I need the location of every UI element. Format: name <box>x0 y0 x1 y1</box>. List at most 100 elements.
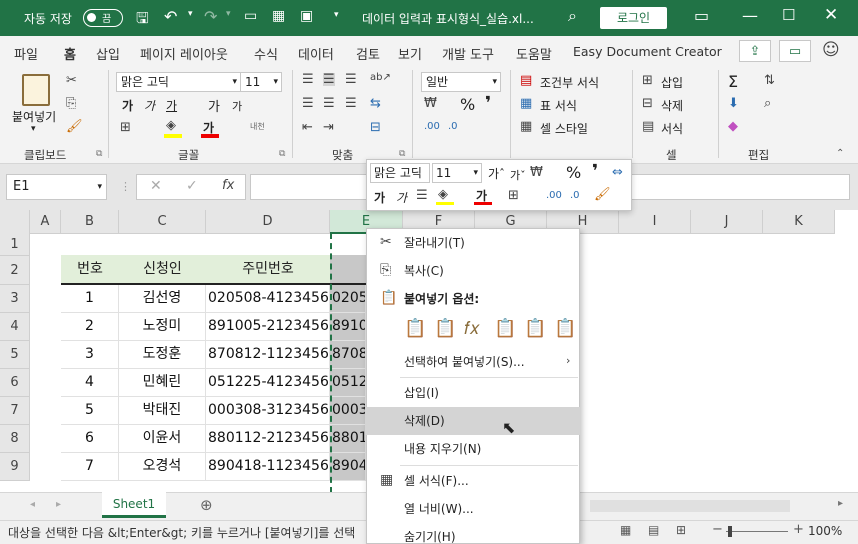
paste-icon[interactable]: 📋 <box>404 318 426 339</box>
mini-format-painter-icon[interactable]: 🖌 <box>594 187 611 202</box>
clipboard-launcher-icon[interactable]: ⧉ <box>96 149 102 159</box>
tab-page-layout[interactable]: 페이지 레이아웃 <box>140 44 228 63</box>
paste-link-icon[interactable]: 📋 <box>554 318 576 339</box>
row-header-3[interactable]: 3 <box>0 285 30 313</box>
mini-percent-icon[interactable]: % <box>566 163 581 182</box>
row-header-4[interactable]: 4 <box>0 313 30 341</box>
cell-e2-selected[interactable] <box>330 255 366 285</box>
row-header-5[interactable]: 5 <box>0 341 30 369</box>
insert-function-button[interactable]: fx <box>222 178 234 193</box>
menu-hide[interactable]: 숨기기(H) <box>366 523 580 544</box>
mini-comma-icon[interactable]: ❜ <box>592 161 598 182</box>
search-icon[interactable]: ⌕ <box>568 6 577 26</box>
close-icon[interactable]: ✕ <box>824 5 838 25</box>
phonetic-icon[interactable]: 내천 <box>250 121 265 132</box>
borders-icon[interactable]: ⊞ <box>120 121 131 134</box>
paste-formulas-icon[interactable]: 𝑓𝑥 <box>464 318 480 339</box>
row-header-6[interactable]: 6 <box>0 369 30 397</box>
cell-number[interactable]: 1 <box>61 285 119 313</box>
row-header-1[interactable]: 1 <box>0 233 30 256</box>
mini-grow-font-icon[interactable]: 가ˆ <box>488 165 505 182</box>
menu-insert[interactable]: 삽입(I) <box>366 379 580 407</box>
table-icon[interactable]: ▦ <box>272 8 285 24</box>
autosave-toggle[interactable]: 끔 <box>83 9 123 27</box>
cell-applicant[interactable]: 도정훈 <box>119 341 206 369</box>
page-break-view-icon[interactable]: ⊞ <box>676 523 686 537</box>
format-cells-button[interactable]: 서식 <box>661 120 683 137</box>
paste-label[interactable]: 붙여넣기 <box>12 108 56 125</box>
cell-applicant[interactable]: 민혜린 <box>119 369 206 397</box>
insert-cells-button[interactable]: 삽입 <box>661 74 683 91</box>
align-top-icon[interactable]: ☰ <box>302 73 314 86</box>
menu-format-cells[interactable]: 셀 서식(F)... <box>366 467 580 495</box>
increase-indent-icon[interactable]: ⇥ <box>323 121 334 134</box>
cell-applicant[interactable]: 김선영 <box>119 285 206 313</box>
menu-clear-contents[interactable]: 내용 지우기(N) <box>366 435 580 463</box>
ribbon-display-icon[interactable]: ▭ <box>694 6 709 25</box>
minimize-icon[interactable]: — <box>742 6 758 25</box>
fill-icon[interactable]: ⬇ <box>728 97 739 110</box>
align-right-icon[interactable]: ☰ <box>345 97 357 110</box>
cell-e[interactable]: 0205 <box>330 285 366 313</box>
mini-fill-color-icon[interactable]: ◈ <box>438 188 448 201</box>
font-size-select[interactable]: 11 ▾ <box>240 72 282 92</box>
undo-icon[interactable]: ↶ <box>164 7 177 26</box>
italic-button[interactable]: 가 <box>144 97 155 114</box>
cell-resident-number[interactable]: 870812-1123456 <box>206 341 330 369</box>
orientation-icon[interactable]: ab↗ <box>370 73 391 83</box>
tab-file[interactable]: 파일 <box>14 44 38 63</box>
copy-icon[interactable]: ⎘ <box>66 97 76 110</box>
header-resident-number[interactable]: 주민번호 <box>206 255 330 285</box>
horizontal-scrollbar[interactable] <box>590 500 790 512</box>
mini-shrink-font-icon[interactable]: 가ˇ <box>510 167 526 183</box>
tab-data[interactable]: 데이터 <box>298 44 334 63</box>
row-header-2[interactable]: 2 <box>0 256 30 285</box>
font-name-select[interactable]: 맑은 고딕 ▾ <box>116 72 241 92</box>
bold-button[interactable]: 가 <box>122 97 133 114</box>
tab-formulas[interactable]: 수식 <box>254 44 278 63</box>
percent-icon[interactable]: % <box>460 95 475 114</box>
tab-developer[interactable]: 개발 도구 <box>442 44 494 63</box>
align-center-icon[interactable]: ☰ <box>323 97 335 110</box>
next-sheet-icon[interactable]: ▸ <box>56 499 61 510</box>
cell-applicant[interactable]: 오경석 <box>119 453 206 481</box>
tab-review[interactable]: 검토 <box>356 44 380 63</box>
column-header-j[interactable]: J <box>691 210 763 234</box>
tab-insert[interactable]: 삽입 <box>96 44 120 63</box>
cell-resident-number[interactable]: 880112-2123456 <box>206 425 330 453</box>
clear-icon[interactable]: ◆ <box>728 120 738 133</box>
comments-button[interactable]: ▭ <box>779 40 811 62</box>
menu-column-width[interactable]: 열 너비(W)... <box>366 495 580 523</box>
cell-number[interactable]: 3 <box>61 341 119 369</box>
name-box[interactable]: E1 ▾ <box>6 174 107 200</box>
qat-customize-icon[interactable]: ▾ <box>334 10 339 20</box>
zoom-level[interactable]: 100% <box>808 524 842 538</box>
cell-e[interactable]: 8801 <box>330 425 366 453</box>
table-format-icon[interactable]: ▦ <box>520 97 532 110</box>
cell-resident-number[interactable]: 051225-4123456 <box>206 369 330 397</box>
column-header-a[interactable]: A <box>30 210 61 234</box>
zoom-slider-thumb[interactable] <box>728 526 732 537</box>
alignment-launcher-icon[interactable]: ⧉ <box>399 149 405 159</box>
cell-style-icon[interactable]: ▦ <box>520 120 532 133</box>
column-header-c[interactable]: C <box>119 210 206 234</box>
number-format-select[interactable]: 일반 ▾ <box>421 72 501 92</box>
find-select-icon[interactable]: ⌕ <box>764 97 771 110</box>
redo-dropdown-icon[interactable]: ▾ <box>226 9 231 19</box>
cell-number[interactable]: 6 <box>61 425 119 453</box>
feedback-smiley-icon[interactable]: ☺ <box>822 40 840 60</box>
format-cells-icon[interactable]: ▤ <box>642 120 654 133</box>
column-header-k[interactable]: K <box>763 210 835 234</box>
fill-color-icon[interactable]: ◈ <box>166 119 176 132</box>
zoom-out-icon[interactable]: − <box>712 522 723 537</box>
mini-font-select[interactable]: 맑은 고딕 <box>370 163 430 183</box>
menu-cut[interactable]: 잘라내기(T) <box>366 229 580 257</box>
cell-number[interactable]: 2 <box>61 313 119 341</box>
undo-dropdown-icon[interactable]: ▾ <box>188 9 193 19</box>
column-header-b[interactable]: B <box>61 210 119 234</box>
delete-cells-button[interactable]: 삭제 <box>661 97 683 114</box>
mini-size-select[interactable]: 11 ▾ <box>432 163 482 183</box>
align-left-icon[interactable]: ☰ <box>302 97 314 110</box>
align-middle-icon[interactable]: ☰ <box>323 73 335 86</box>
paste-icon[interactable] <box>22 74 50 106</box>
